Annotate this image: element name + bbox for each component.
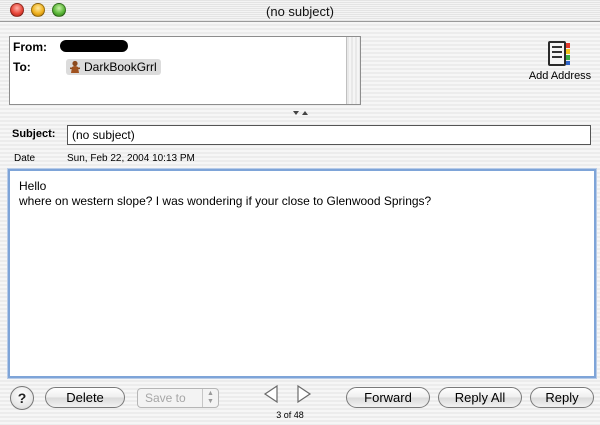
- from-redacted-value: [60, 40, 128, 52]
- date-value: Sun, Feb 22, 2004 10:13 PM: [67, 153, 195, 164]
- help-button[interactable]: ?: [10, 386, 34, 410]
- address-scrollbar[interactable]: [346, 37, 360, 104]
- subject-input[interactable]: [67, 125, 591, 145]
- reply-all-button[interactable]: Reply All: [438, 387, 522, 408]
- add-address-button[interactable]: Add Address: [524, 40, 596, 84]
- to-recipient-chip[interactable]: DarkBookGrrl: [66, 59, 161, 75]
- reply-button[interactable]: Reply: [530, 387, 594, 408]
- date-label: Date: [14, 153, 36, 164]
- message-body[interactable]: Hello where on western slope? I was wond…: [8, 169, 596, 378]
- popup-arrows-icon: ▲ ▼: [202, 389, 218, 407]
- next-message-button[interactable]: [295, 384, 313, 404]
- forward-button[interactable]: Forward: [346, 387, 430, 408]
- subject-label: Subject:: [12, 128, 56, 140]
- title-bar: (no subject): [0, 0, 600, 22]
- address-book-icon: [548, 41, 570, 66]
- from-label: From:: [13, 40, 47, 54]
- message-line: Hello: [19, 179, 47, 193]
- message-position: 3 of 48: [276, 410, 304, 420]
- window-title: (no subject): [266, 4, 334, 19]
- person-icon: [70, 60, 80, 73]
- delete-button[interactable]: Delete: [45, 387, 125, 408]
- to-recipient-name: DarkBookGrrl: [84, 60, 157, 74]
- add-address-label: Add Address: [528, 70, 592, 82]
- pane-splitter-icon[interactable]: [290, 109, 312, 117]
- save-to-popup[interactable]: Save to ▲ ▼: [137, 388, 219, 408]
- message-line: where on western slope? I was wondering …: [19, 194, 432, 208]
- to-label: To:: [13, 60, 31, 74]
- save-to-label: Save to: [145, 391, 186, 405]
- previous-message-button[interactable]: [262, 384, 280, 404]
